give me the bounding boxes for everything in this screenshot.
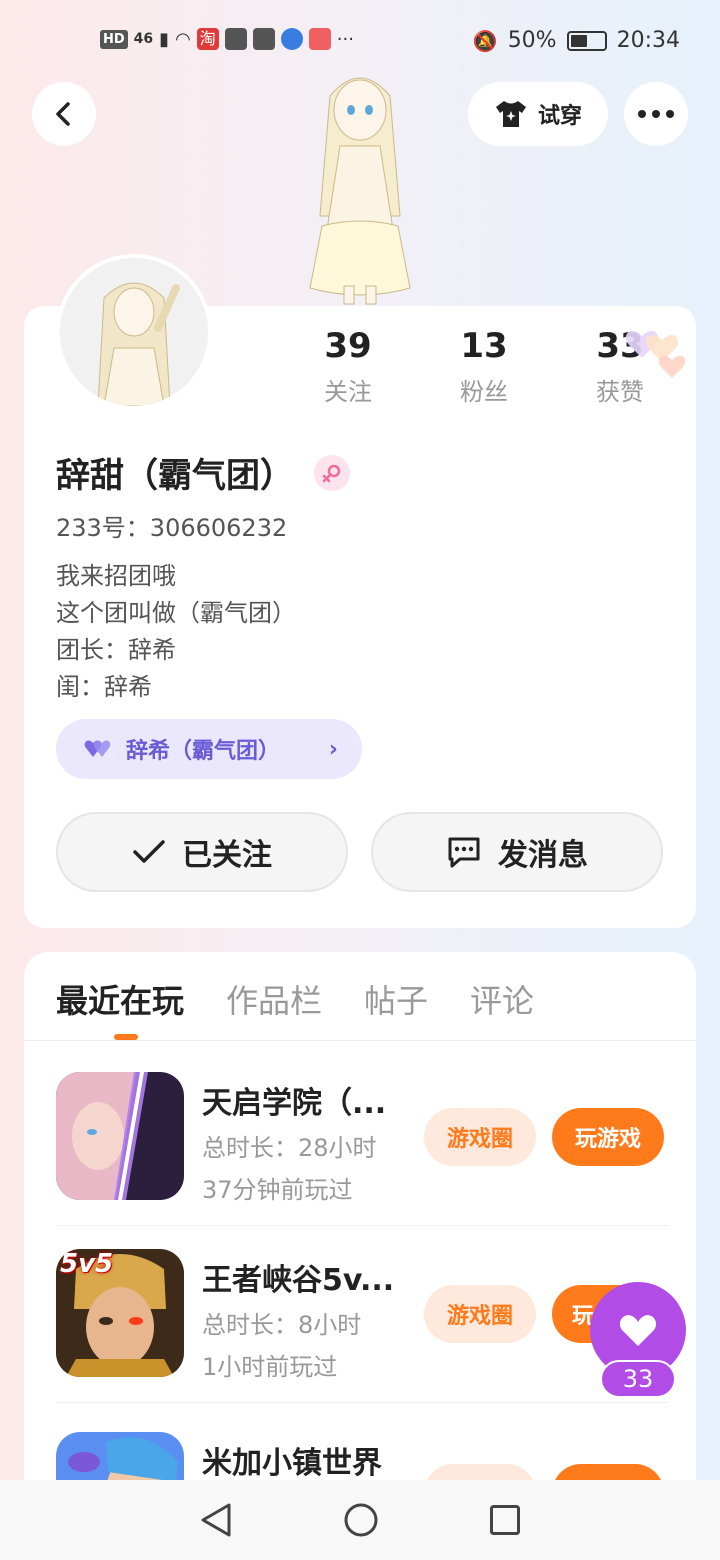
chevron-right-icon: › <box>328 736 338 762</box>
hd-indicator: HD <box>100 29 128 49</box>
list-item[interactable]: 天启学院（... 总时长：28小时 37分钟前玩过 游戏圈 玩游戏 <box>56 1072 668 1222</box>
bio-line: 闺：辞希 <box>56 673 152 701</box>
stat-followers[interactable]: 13 粉丝 <box>416 326 552 407</box>
play-duration: 总时长：28小时 <box>202 1134 377 1162</box>
group-name: 辞希（霸气团） <box>126 739 281 764</box>
tab-comments[interactable]: 评论 <box>470 976 534 1022</box>
hearts-decoration-icon <box>625 330 686 378</box>
double-heart-icon <box>84 740 111 757</box>
bio-line: 团长：辞希 <box>56 636 176 664</box>
game-title: 米加小镇世界 <box>202 1446 382 1480</box>
tab-works[interactable]: 作品栏 <box>226 976 322 1022</box>
stat-number: 39 <box>324 326 372 366</box>
more-dot <box>638 110 646 118</box>
name-row: 辞甜（霸气团） <box>56 448 350 497</box>
stat-label: 关注 <box>324 378 372 406</box>
stat-following[interactable]: 39 关注 <box>280 326 416 407</box>
more-notifications: ··· <box>336 28 354 50</box>
user-id: 233号：306606232 <box>56 514 288 542</box>
nav-recents-icon[interactable] <box>489 1504 521 1536</box>
divider <box>56 1402 668 1403</box>
play-game-button[interactable]: 玩游戏 <box>552 1108 664 1166</box>
back-button[interactable] <box>32 82 96 146</box>
heart-icon <box>619 1315 657 1346</box>
game-badge: 5v5 <box>60 1249 114 1279</box>
more-dot <box>652 110 660 118</box>
game-circle-button[interactable] <box>424 1464 536 1480</box>
tab-posts[interactable]: 帖子 <box>364 976 428 1022</box>
stat-number: 13 <box>460 326 508 366</box>
wifi-icon: ◠ <box>175 28 191 50</box>
list-item[interactable]: 5v5 王者峡谷5v... 总时长：8小时 1小时前玩过 游戏圈 玩 <box>56 1249 668 1399</box>
play-duration: 总时长：8小时 <box>202 1311 362 1339</box>
nav-back-icon[interactable] <box>199 1502 233 1538</box>
network-indicator: 46 <box>133 31 154 47</box>
signal-icon: ▮ <box>159 28 170 50</box>
app-icon <box>280 28 303 50</box>
divider <box>56 1225 668 1226</box>
check-icon <box>133 840 165 863</box>
shirt-icon <box>495 101 526 127</box>
profile-name: 辞甜（霸气团） <box>56 456 294 496</box>
following-button[interactable]: 已关注 <box>56 812 348 892</box>
store-icon <box>308 28 331 50</box>
group-pill[interactable]: 辞希（霸气团） › <box>56 719 362 779</box>
more-dot <box>666 110 674 118</box>
chat-bubble-icon <box>448 837 480 868</box>
list-item[interactable]: 米加小镇世界 <box>56 1432 668 1480</box>
taobao-icon: 淘 <box>196 28 219 50</box>
game-icon <box>56 1072 184 1200</box>
nav-home-icon[interactable] <box>343 1502 379 1538</box>
last-played: 37分钟前玩过 <box>202 1176 353 1204</box>
stat-label: 粉丝 <box>460 378 508 406</box>
send-message-button[interactable]: 发消息 <box>371 812 663 892</box>
avatar-image <box>60 258 208 406</box>
bio-line: 这个团叫做（霸气团） <box>56 599 296 627</box>
like-count: 33 <box>600 1360 676 1398</box>
clock: 20:34 <box>616 28 680 53</box>
female-icon <box>314 454 350 491</box>
game-icon <box>56 1432 184 1480</box>
battery-percent: 50% <box>507 28 557 53</box>
divider <box>24 1040 696 1041</box>
chevron-left-icon <box>56 102 70 126</box>
more-options-button[interactable] <box>624 82 688 146</box>
navigation-bar <box>0 1480 720 1560</box>
send-message-label: 发消息 <box>498 838 588 873</box>
status-bar-right: 🔕 50% 20:34 <box>473 28 680 53</box>
avatar[interactable] <box>56 254 212 410</box>
status-bar-left: HD 46 ▮ ◠ 淘 ··· <box>100 28 354 50</box>
bio: 我来招团哦 这个团叫做（霸气团） 团长：辞希 闺：辞希 <box>56 558 296 706</box>
game-circle-button[interactable]: 游戏圈 <box>424 1108 536 1166</box>
bio-line: 我来招团哦 <box>56 562 176 590</box>
game-circle-button[interactable]: 游戏圈 <box>424 1285 536 1343</box>
character-figure <box>309 77 411 305</box>
mail-icon <box>252 28 275 50</box>
game-title: 天启学院（... <box>202 1086 387 1121</box>
game-title: 王者峡谷5v... <box>202 1263 395 1298</box>
tab-recently-played[interactable]: 最近在玩 <box>56 976 184 1022</box>
play-game-button[interactable] <box>552 1464 664 1480</box>
try-on-button[interactable]: 试穿 <box>468 82 608 146</box>
battery-icon <box>566 30 607 51</box>
gift-icon <box>224 28 247 50</box>
last-played: 1小时前玩过 <box>202 1353 338 1381</box>
tab-bar: 最近在玩 作品栏 帖子 评论 <box>56 976 534 1022</box>
following-label: 已关注 <box>182 838 272 873</box>
mute-icon: 🔕 <box>472 28 498 53</box>
game-icon: 5v5 <box>56 1249 184 1377</box>
try-on-label: 试穿 <box>537 104 582 129</box>
